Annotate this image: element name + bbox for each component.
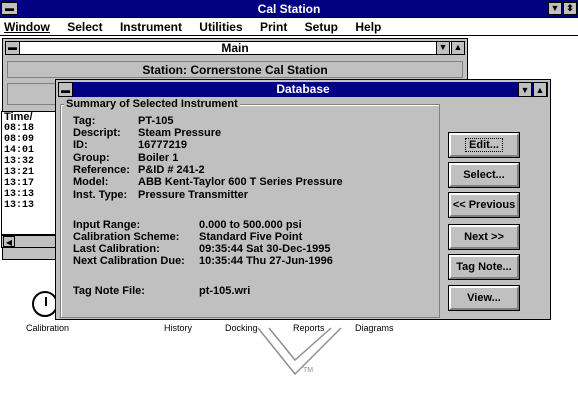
- dock-label-diagrams[interactable]: Diagrams: [355, 323, 394, 333]
- field-tag-note-value: pt-105.wri: [199, 285, 251, 297]
- menu-print[interactable]: Print: [260, 18, 287, 36]
- time-row[interactable]: 08:18: [4, 123, 58, 134]
- view-button-label: View...: [467, 292, 501, 304]
- database-maximize-button[interactable]: ▲: [533, 82, 547, 97]
- field-input-range-label: Input Range:: [73, 219, 141, 231]
- time-row[interactable]: 13:17: [4, 178, 58, 189]
- main-maximize-button[interactable]: ▲: [451, 41, 465, 55]
- logo-trademark: TM: [303, 367, 313, 374]
- app-minimize-button[interactable]: ▼: [548, 2, 562, 15]
- app-title: Cal Station: [257, 2, 321, 16]
- field-group-value: Boiler 1: [138, 152, 179, 164]
- previous-button-label: << Previous: [452, 199, 516, 211]
- field-descript-label: Descript:: [73, 127, 121, 139]
- menu-instrument[interactable]: Instrument: [120, 18, 182, 36]
- field-cal-scheme-label: Calibration Scheme:: [73, 231, 180, 243]
- time-header: Time/: [4, 111, 33, 123]
- time-row[interactable]: 13:32: [4, 156, 58, 167]
- menu-window[interactable]: Window: [4, 18, 50, 36]
- view-button[interactable]: View...: [448, 285, 520, 311]
- main-minimize-button[interactable]: ▼: [436, 41, 450, 55]
- field-group-label: Group:: [73, 152, 110, 164]
- time-row[interactable]: 13:13: [4, 189, 58, 200]
- field-id-value: 16777219: [138, 139, 187, 151]
- field-cal-scheme-value: Standard Five Point: [199, 231, 303, 243]
- database-title: Database: [276, 82, 330, 96]
- app-title-bar: ▬ Cal Station ▼ ⬍: [0, 0, 578, 18]
- field-inst-type-value: Pressure Transmitter: [138, 189, 249, 201]
- database-window: ▬ Database ▼ ▲ Summary of Selected Instr…: [55, 79, 551, 320]
- main-title-bar: ▬ Main ▼ ▲: [5, 41, 465, 55]
- select-button[interactable]: Select...: [448, 162, 520, 188]
- database-system-menu-icon[interactable]: ▬: [58, 82, 73, 97]
- company-logo-icon: TM: [257, 327, 342, 376]
- gauge-needle: [45, 297, 47, 306]
- select-button-label: Select...: [463, 169, 505, 181]
- previous-button[interactable]: << Previous: [448, 192, 520, 218]
- field-next-cal-label: Next Calibration Due:: [73, 255, 185, 267]
- dock-label-history[interactable]: History: [164, 323, 192, 333]
- field-last-cal-label: Last Calibration:: [73, 243, 160, 255]
- menu-select[interactable]: Select: [67, 18, 102, 36]
- menu-help[interactable]: Help: [355, 18, 381, 36]
- scroll-left-arrow-icon[interactable]: ◀: [3, 236, 15, 247]
- menu-bar: Window Select Instrument Utilities Print…: [0, 18, 578, 36]
- field-tag-label: Tag:: [73, 115, 96, 127]
- station-label: Station: Cornerstone Cal Station: [142, 63, 328, 77]
- app-restore-button[interactable]: ⬍: [563, 2, 577, 15]
- main-system-menu-icon[interactable]: ▬: [5, 41, 20, 55]
- station-panel: Station: Cornerstone Cal Station: [7, 61, 463, 78]
- database-title-bar: ▬ Database ▼ ▲: [58, 82, 548, 97]
- next-button-label: Next >>: [464, 231, 504, 243]
- menu-utilities[interactable]: Utilities: [199, 18, 242, 36]
- time-list[interactable]: Time/ 08:18 08:09 14:01 13:32 13:21 13:1…: [1, 111, 59, 235]
- time-row[interactable]: 13:13: [4, 200, 58, 211]
- tag-note-button-label: Tag Note...: [456, 261, 512, 273]
- time-row[interactable]: 14:01: [4, 145, 58, 156]
- next-button[interactable]: Next >>: [448, 224, 520, 250]
- field-next-cal-value: 10:35:44 Thu 27-Jun-1996: [199, 255, 333, 267]
- dock-label-docking[interactable]: Docking: [225, 323, 258, 333]
- tag-note-button[interactable]: Tag Note...: [448, 254, 520, 280]
- field-id-label: ID:: [73, 139, 88, 151]
- main-title: Main: [221, 41, 249, 55]
- edit-button-label: Edit...: [465, 138, 503, 152]
- dock-label-calibration[interactable]: Calibration: [26, 323, 69, 333]
- field-reference-value: P&ID # 241-2: [138, 164, 205, 176]
- field-model-label: Model:: [73, 176, 109, 188]
- database-minimize-button[interactable]: ▼: [518, 82, 532, 97]
- time-row[interactable]: 08:09: [4, 134, 58, 145]
- time-row[interactable]: 13:21: [4, 167, 58, 178]
- field-tag-note-label: Tag Note File:: [73, 285, 145, 297]
- edit-button[interactable]: Edit...: [448, 132, 520, 158]
- summary-group-title: Summary of Selected Instrument: [64, 98, 240, 110]
- main-blank-panel: [7, 83, 59, 105]
- field-tag-value: PT-105: [138, 115, 174, 127]
- field-reference-label: Reference:: [73, 164, 130, 176]
- app-system-menu-icon[interactable]: ▬: [1, 2, 18, 15]
- field-input-range-value: 0.000 to 500.000 psi: [199, 219, 302, 231]
- field-model-value: ABB Kent-Taylor 600 T Series Pressure: [138, 176, 343, 188]
- time-list-hscrollbar[interactable]: ◀: [1, 235, 59, 248]
- menu-setup[interactable]: Setup: [305, 18, 338, 36]
- field-last-cal-value: 09:35:44 Sat 30-Dec-1995: [199, 243, 331, 255]
- field-descript-value: Steam Pressure: [138, 127, 222, 139]
- field-inst-type-label: Inst. Type:: [73, 189, 128, 201]
